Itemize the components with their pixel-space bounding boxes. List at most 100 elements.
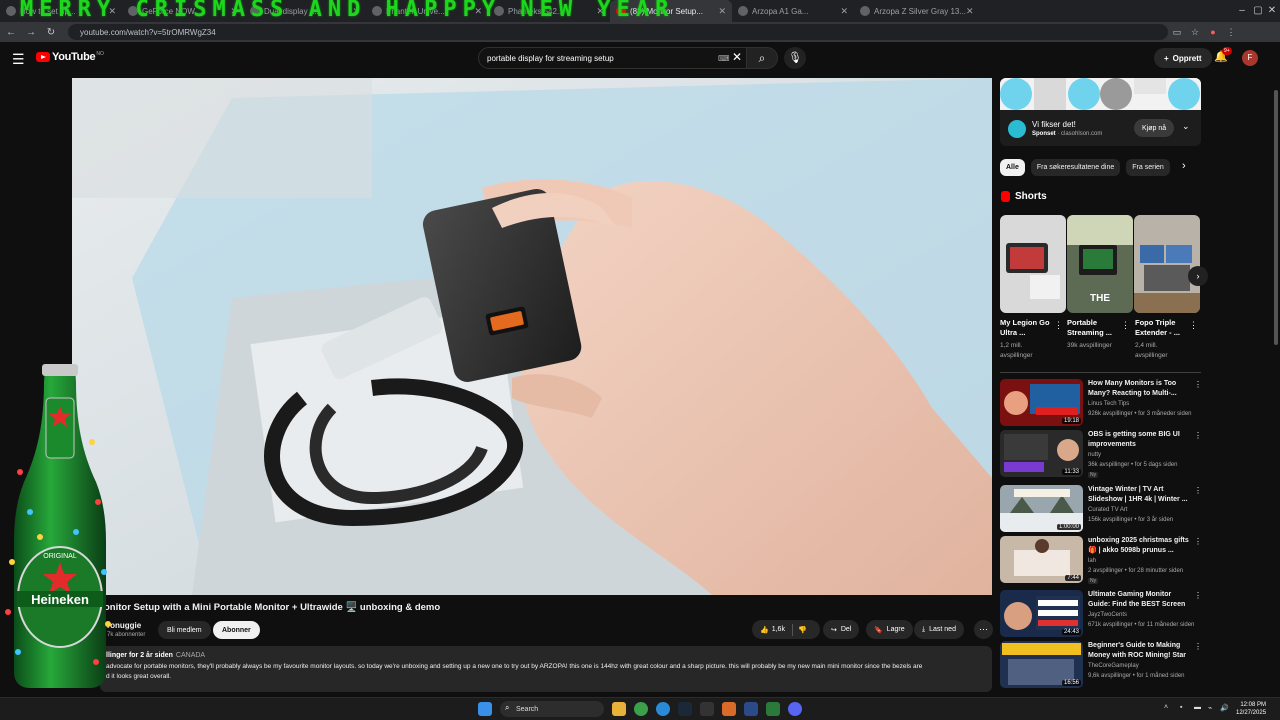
close-window-icon[interactable]: ✕: [1266, 5, 1278, 17]
cast-icon[interactable]: ▭: [1168, 27, 1186, 38]
edge-icon[interactable]: [656, 702, 670, 716]
share-label: Del: [840, 626, 852, 633]
keyboard-icon[interactable]: ⌨: [718, 54, 730, 63]
subscribe-button[interactable]: Abonner: [213, 621, 260, 639]
browser-tab[interactable]: Phanteks 542... ✕: [488, 0, 610, 22]
browser-tab[interactable]: How to set up... ✕: [0, 0, 122, 22]
avatar[interactable]: F: [1242, 50, 1258, 66]
maximize-icon[interactable]: ▢: [1252, 5, 1264, 17]
list-item[interactable]: 7:44 unboxing 2025 christmas gifts 🎁 | a…: [1000, 536, 1202, 584]
save-button[interactable]: 🔖 Lagre: [866, 620, 913, 639]
app-icon[interactable]: [744, 702, 758, 716]
windows-start-icon[interactable]: [478, 702, 492, 716]
channel-name: nutty: [1088, 452, 1102, 458]
taskbar-search-input[interactable]: Search: [500, 701, 604, 717]
tray-app-icon[interactable]: ▪: [1180, 704, 1182, 711]
close-icon[interactable]: ✕: [596, 6, 604, 17]
network-icon[interactable]: ⌁: [1208, 704, 1212, 712]
more-options-icon[interactable]: ⋮: [1194, 642, 1202, 651]
bookmark-star-icon[interactable]: ☆: [1186, 27, 1204, 38]
browser-tab[interactable]: Arzopa A1 Ga... ✕: [732, 0, 854, 22]
profile-icon[interactable]: ●: [1204, 27, 1222, 37]
notification-badge: 9+: [1222, 47, 1232, 55]
volume-icon[interactable]: 🔊: [1220, 704, 1229, 712]
sponsored-ad[interactable]: Vi fikser det! Sponset · clasohlson.com …: [1000, 78, 1201, 146]
more-options-icon[interactable]: ⋮: [1194, 380, 1202, 389]
create-button[interactable]: + Opprett: [1154, 48, 1212, 68]
dislike-icon[interactable]: 👎: [798, 626, 807, 634]
short-thumbnail[interactable]: [1134, 215, 1200, 313]
more-options-icon[interactable]: ⋮: [1189, 320, 1198, 331]
short-title[interactable]: Fopo Triple Extender - ...: [1135, 318, 1191, 338]
steam-icon[interactable]: [678, 702, 692, 716]
share-button[interactable]: ↪ Del: [823, 620, 860, 639]
search-input[interactable]: portable display for streaming setup: [478, 47, 748, 69]
hamburger-menu-icon[interactable]: ☰: [12, 51, 25, 68]
close-icon[interactable]: ✕: [230, 6, 238, 17]
scrollbar-thumb[interactable]: [1274, 90, 1278, 345]
voice-search-icon[interactable]: 🎙: [784, 47, 806, 69]
shorts-title: Shorts: [1015, 191, 1047, 202]
address-bar[interactable]: youtube.com/watch?v=5trOMRWgZ34: [68, 24, 1168, 40]
list-item[interactable]: 1:00:00 Vintage Winter | TV Art Slidesho…: [1000, 485, 1202, 533]
close-icon[interactable]: ✕: [718, 6, 726, 17]
language-flag-icon[interactable]: ▬: [1194, 704, 1201, 711]
list-item[interactable]: 19:18 How Many Monitors is Too Many? Rea…: [1000, 379, 1202, 427]
list-item[interactable]: 24:43 Ultimate Gaming Monitor Guide: Fin…: [1000, 590, 1202, 638]
video-duration: 1:00:00: [1056, 524, 1081, 530]
close-icon[interactable]: ✕: [108, 6, 116, 17]
search-button[interactable]: ⌕: [746, 47, 778, 69]
video-player[interactable]: [72, 78, 992, 595]
reload-icon[interactable]: ↻: [42, 27, 60, 38]
discord-icon[interactable]: [788, 702, 802, 716]
browser-tab[interactable]: Dual display a... ✕: [244, 0, 366, 22]
more-options-icon[interactable]: ⋮: [1054, 320, 1063, 331]
list-item[interactable]: 11:33 OBS is getting some BIG UI improve…: [1000, 430, 1202, 478]
browser-tab[interactable]: GeForce NOW... ✕: [122, 0, 244, 22]
back-icon[interactable]: ←: [2, 27, 20, 38]
chip-all[interactable]: Alle: [1000, 159, 1025, 176]
short-title[interactable]: Portable Streaming ...: [1067, 318, 1123, 338]
more-options-icon[interactable]: ⋮: [1194, 591, 1202, 600]
short-thumbnail[interactable]: [1000, 215, 1066, 313]
clear-search-icon[interactable]: ✕: [732, 50, 742, 64]
more-options-icon[interactable]: ⋮: [1194, 431, 1202, 440]
more-actions-icon[interactable]: ⋯: [974, 620, 993, 639]
url-text: youtube.com/watch?v=5trOMRWgZ34: [80, 27, 216, 37]
chevron-down-icon[interactable]: ⌄: [1182, 121, 1190, 132]
close-icon[interactable]: ✕: [352, 6, 360, 17]
more-options-icon[interactable]: ⋮: [1121, 320, 1130, 331]
browser-tab-active[interactable]: (88) Monitor Setup... ✕: [610, 0, 732, 22]
download-button[interactable]: ⤓ Last ned: [914, 620, 964, 639]
close-icon[interactable]: ✕: [966, 6, 974, 17]
chevron-right-icon[interactable]: ›: [1188, 266, 1208, 286]
system-clock[interactable]: 12:08 PM 12/27/2025: [1236, 701, 1266, 717]
chevron-right-icon[interactable]: ›: [1182, 160, 1186, 172]
chip-from-search[interactable]: Fra søkeresultatene dine: [1030, 159, 1121, 176]
short-overlay-text: THE: [1090, 293, 1110, 304]
video-duration: 7:44: [1065, 575, 1081, 581]
tray-chevron-icon[interactable]: ˄: [1164, 704, 1168, 711]
browser-menu-icon[interactable]: ⋮: [1222, 27, 1240, 38]
browser-tab[interactable]: Phantek Unive... ✕: [366, 0, 488, 22]
forward-icon[interactable]: →: [22, 27, 40, 38]
file-explorer-icon[interactable]: [612, 702, 626, 716]
close-icon[interactable]: ✕: [474, 6, 482, 17]
more-options-icon[interactable]: ⋮: [1194, 537, 1202, 546]
app-icon[interactable]: [700, 702, 714, 716]
join-button[interactable]: Bli medlem: [158, 621, 211, 639]
more-options-icon[interactable]: ⋮: [1194, 486, 1202, 495]
list-item[interactable]: 16:56 Beginner's Guide to Making Money w…: [1000, 641, 1202, 689]
close-icon[interactable]: ✕: [840, 6, 848, 17]
youtube-logo[interactable]: YouTube NO: [36, 51, 104, 63]
short-title[interactable]: My Legion Go Ultra ...: [1000, 318, 1056, 338]
app-icon[interactable]: [722, 702, 736, 716]
like-icon[interactable]: 👍: [760, 626, 769, 634]
app-icon[interactable]: [766, 702, 780, 716]
chrome-icon[interactable]: [634, 702, 648, 716]
minimize-icon[interactable]: –: [1236, 5, 1248, 17]
buy-now-button[interactable]: Kjøp nå: [1134, 119, 1175, 137]
short-thumbnail[interactable]: THE: [1067, 215, 1133, 313]
chip-from-series[interactable]: Fra serien: [1126, 159, 1170, 176]
browser-tab[interactable]: Arzopa Z Silver Gray 13... ✕: [854, 0, 976, 22]
